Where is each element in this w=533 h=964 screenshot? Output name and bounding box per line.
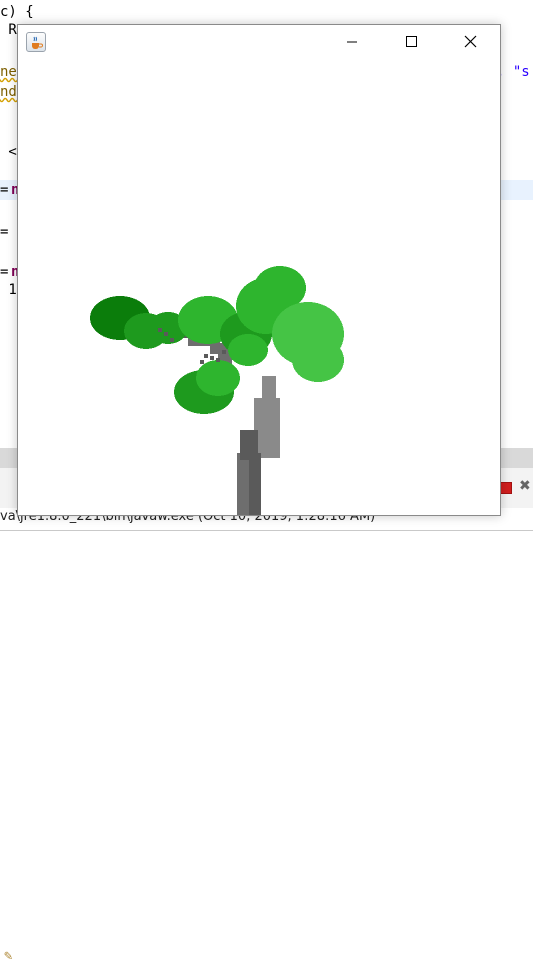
title-bar[interactable] [18, 25, 500, 58]
java-cup-icon[interactable] [26, 32, 46, 52]
java-app-window[interactable] [17, 24, 501, 516]
code-line: 1 [0, 282, 17, 298]
tree-trunk [249, 453, 261, 515]
minimize-button[interactable] [330, 25, 376, 58]
code-line: < [0, 144, 17, 160]
close-icon [464, 35, 477, 48]
code-line: c) { [0, 4, 34, 20]
drawing-canvas [18, 58, 500, 515]
leaf-speckle [216, 358, 220, 362]
leaf-speckle [158, 328, 162, 332]
leaf-cluster [292, 338, 344, 382]
maximize-icon [406, 36, 417, 47]
leaf-speckle [164, 332, 168, 336]
leaf-speckle [210, 356, 214, 360]
tree-trunk [262, 376, 276, 406]
pixel-tree [90, 266, 344, 515]
leaf-cluster [196, 360, 240, 396]
code-line: = [0, 224, 9, 240]
code-line: , "s [496, 64, 530, 80]
leaf-speckle [200, 360, 204, 364]
leaf-speckle [222, 350, 226, 354]
pencil-icon[interactable]: ✎ [4, 948, 12, 964]
leaf-cluster [228, 334, 268, 366]
remove-launch-icon[interactable]: ✖ [519, 478, 531, 494]
close-button[interactable] [447, 25, 493, 58]
minimize-icon [347, 41, 357, 43]
leaf-speckle [170, 338, 174, 342]
maximize-button[interactable] [388, 25, 434, 58]
leaf-speckle [204, 354, 208, 358]
divider [0, 530, 533, 531]
